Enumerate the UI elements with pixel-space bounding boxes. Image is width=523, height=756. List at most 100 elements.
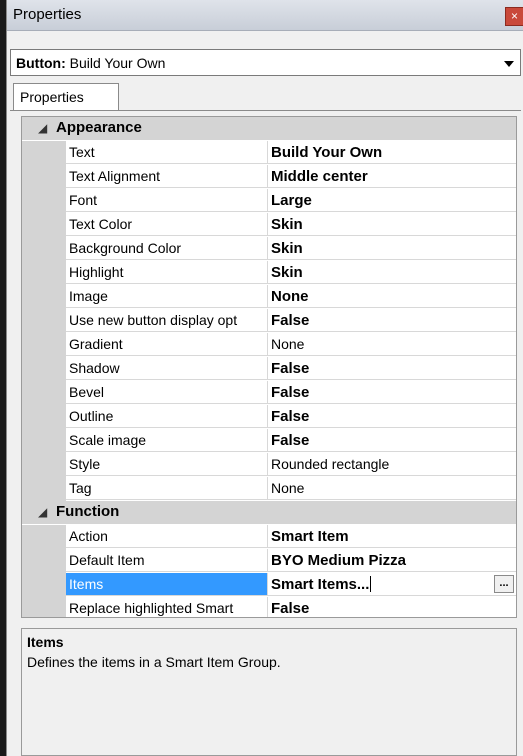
property-value[interactable]: Middle center — [268, 165, 516, 188]
property-name[interactable]: Background Color — [66, 237, 268, 260]
property-value[interactable]: False — [268, 357, 516, 380]
row-gutter — [22, 453, 66, 477]
category-title: Function — [56, 503, 120, 520]
property-name[interactable]: Text — [66, 141, 268, 164]
row-gutter — [22, 525, 66, 549]
property-value[interactable]: Skin — [268, 261, 516, 284]
object-selector-dropdown[interactable]: Button: Build Your Own — [10, 49, 521, 76]
property-value-text: False — [271, 408, 310, 425]
property-value[interactable]: Rounded rectangle — [268, 453, 516, 476]
property-row[interactable]: Use new button display opt False — [22, 309, 516, 333]
property-name[interactable]: Items — [66, 573, 268, 596]
collapse-arrow-icon[interactable]: ◢ — [38, 505, 47, 519]
property-name[interactable]: Scale image — [66, 429, 268, 452]
row-gutter — [22, 189, 66, 213]
property-row[interactable]: Replace highlighted Smart False — [22, 597, 516, 617]
property-row[interactable]: Text Build Your Own — [22, 141, 516, 165]
property-name[interactable]: Action — [66, 525, 268, 548]
property-name[interactable]: Bevel — [66, 381, 268, 404]
property-row[interactable]: Highlight Skin — [22, 261, 516, 285]
property-row[interactable]: Style Rounded rectangle — [22, 453, 516, 477]
property-row[interactable]: Outline False — [22, 405, 516, 429]
property-value-text: None — [271, 480, 305, 496]
property-value[interactable]: Smart Items...... — [268, 573, 516, 596]
property-value-text: None — [271, 288, 309, 305]
property-name[interactable]: Highlight — [66, 261, 268, 284]
property-name[interactable]: Replace highlighted Smart — [66, 597, 268, 617]
property-value-text: Large — [271, 192, 312, 209]
property-name[interactable]: Font — [66, 189, 268, 212]
property-value[interactable]: False — [268, 309, 516, 332]
text-caret — [370, 576, 372, 592]
property-name[interactable]: Style — [66, 453, 268, 476]
property-value[interactable]: None — [268, 285, 516, 308]
tab-properties[interactable]: Properties — [13, 83, 119, 111]
property-name[interactable]: Default Item — [66, 549, 268, 572]
property-value[interactable]: BYO Medium Pizza — [268, 549, 516, 572]
property-value-text: False — [271, 600, 310, 617]
property-row[interactable]: Action Smart Item — [22, 525, 516, 549]
property-row[interactable]: Scale image False — [22, 429, 516, 453]
description-panel: Items Defines the items in a Smart Item … — [21, 628, 517, 756]
property-row[interactable]: Default Item BYO Medium Pizza — [22, 549, 516, 573]
description-text: Defines the items in a Smart Item Group. — [27, 654, 281, 670]
property-row[interactable]: Image None — [22, 285, 516, 309]
property-value-text: Skin — [271, 240, 303, 257]
property-value-text: Skin — [271, 216, 303, 233]
property-name[interactable]: Tag — [66, 477, 268, 500]
property-value[interactable]: Large — [268, 189, 516, 212]
row-gutter — [22, 573, 66, 597]
row-gutter — [22, 477, 66, 501]
property-row[interactable]: Text Alignment Middle center — [22, 165, 516, 189]
property-value[interactable]: Skin — [268, 237, 516, 260]
property-name[interactable]: Image — [66, 285, 268, 308]
property-name[interactable]: Text Color — [66, 213, 268, 236]
property-value[interactable]: False — [268, 381, 516, 404]
property-name[interactable]: Outline — [66, 405, 268, 428]
property-value-text: Middle center — [271, 168, 368, 185]
property-value-text: Build Your Own — [271, 144, 383, 161]
collapse-arrow-icon[interactable]: ◢ — [38, 121, 47, 135]
properties-window: Properties × Button: Build Your Own Prop… — [6, 0, 523, 756]
ellipsis-button[interactable]: ... — [494, 575, 514, 593]
property-value[interactable]: False — [268, 405, 516, 428]
title-bar: Properties × — [7, 0, 523, 31]
close-icon[interactable]: × — [505, 7, 523, 26]
category-title: Appearance — [56, 119, 142, 136]
row-gutter — [22, 261, 66, 285]
property-row[interactable]: Gradient None — [22, 333, 516, 357]
row-gutter — [22, 381, 66, 405]
property-value-text: False — [271, 360, 310, 377]
property-value[interactable]: Skin — [268, 213, 516, 236]
property-name[interactable]: Text Alignment — [66, 165, 268, 188]
row-gutter — [22, 165, 66, 189]
chevron-down-icon[interactable] — [504, 61, 514, 67]
property-value[interactable]: False — [268, 597, 516, 617]
row-gutter — [22, 405, 66, 429]
property-value[interactable]: None — [268, 333, 516, 356]
row-gutter — [22, 333, 66, 357]
property-row[interactable]: Text Color Skin — [22, 213, 516, 237]
property-value[interactable]: False — [268, 429, 516, 452]
property-value-text: False — [271, 384, 310, 401]
property-value[interactable]: None — [268, 477, 516, 500]
property-row[interactable]: Shadow False — [22, 357, 516, 381]
property-name[interactable]: Gradient — [66, 333, 268, 356]
category-function[interactable]: ◢ Function — [22, 501, 516, 524]
category-appearance[interactable]: ◢ Appearance — [22, 117, 516, 140]
property-row[interactable]: Background Color Skin — [22, 237, 516, 261]
property-value[interactable]: Build Your Own — [268, 141, 516, 164]
property-value[interactable]: Smart Item — [268, 525, 516, 548]
property-value-text: None — [271, 336, 305, 352]
object-type-label: Button: — [16, 55, 66, 71]
property-row[interactable]: Items Smart Items...... — [22, 573, 516, 597]
row-gutter — [22, 429, 66, 453]
row-gutter — [22, 597, 66, 617]
property-name[interactable]: Shadow — [66, 357, 268, 380]
property-name[interactable]: Use new button display opt — [66, 309, 268, 332]
property-row[interactable]: Font Large — [22, 189, 516, 213]
property-value-text: False — [271, 312, 310, 329]
property-row[interactable]: Bevel False — [22, 381, 516, 405]
property-row[interactable]: Tag None — [22, 477, 516, 501]
row-gutter — [22, 309, 66, 333]
